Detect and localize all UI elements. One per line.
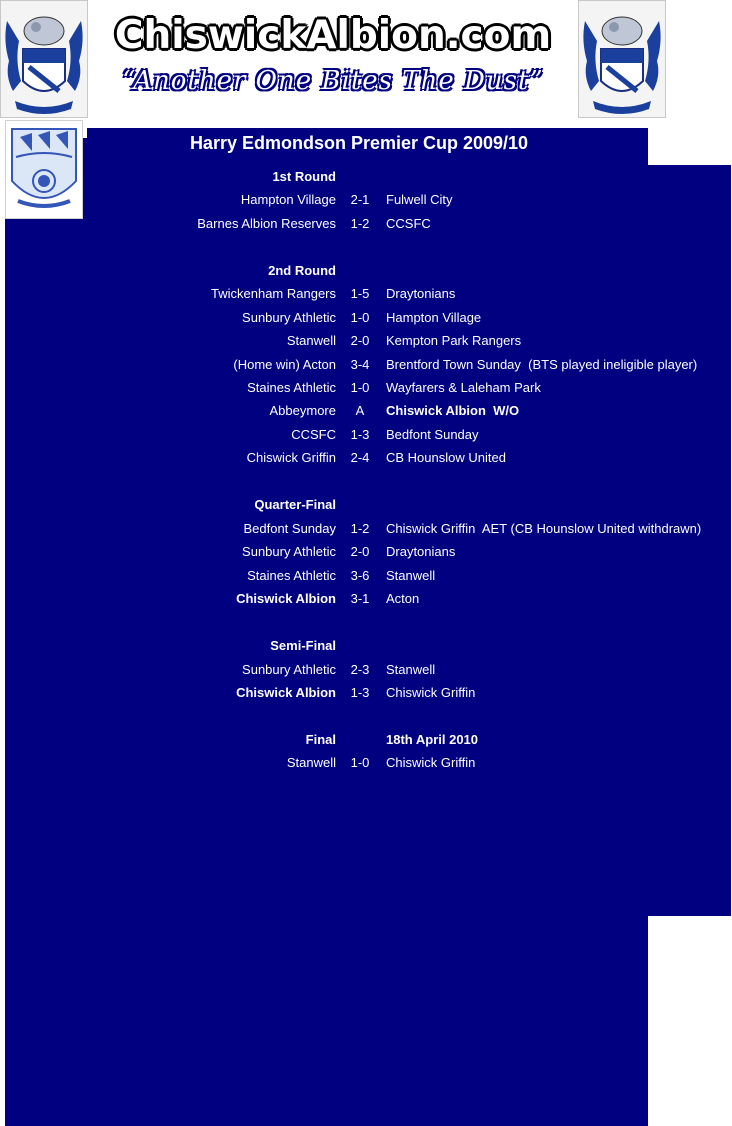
home-team: Chiswick Griffin bbox=[246, 450, 336, 465]
match-score: 2-0 bbox=[350, 333, 370, 348]
away-team: Chiswick Albion W/O bbox=[386, 403, 520, 418]
match-score: 2-0 bbox=[350, 544, 370, 559]
home-team: Barnes Albion Reserves bbox=[197, 216, 336, 231]
club-crest-right-icon bbox=[578, 0, 666, 118]
home-team: Sunbury Athletic bbox=[242, 662, 336, 677]
match-score: 3-4 bbox=[350, 357, 370, 372]
match-row: Bedfont Sunday 1-2 Chiswick Griffin AET … bbox=[0, 518, 732, 540]
round-header: 1st Round bbox=[0, 166, 732, 188]
away-team: Chiswick Griffin bbox=[386, 755, 476, 770]
away-team: Wayfarers & Laleham Park bbox=[386, 380, 541, 395]
club-crest-left-icon bbox=[0, 0, 88, 118]
away-team: CCSFC bbox=[386, 216, 431, 231]
round-header: Final 18th April 2010 bbox=[0, 729, 732, 751]
match-score: 2-4 bbox=[350, 450, 370, 465]
round-name: Semi-Final bbox=[270, 638, 336, 653]
home-team: Sunbury Athletic bbox=[242, 544, 336, 559]
site-title: ChiswickAlbion.com bbox=[114, 13, 552, 58]
match-row: Staines Athletic 1-0 Wayfarers & Laleham… bbox=[0, 377, 732, 399]
competition-title: Harry Edmondson Premier Cup 2009/10 bbox=[189, 133, 529, 153]
match-score: 1-3 bbox=[350, 685, 370, 700]
home-team: Chiswick Albion bbox=[236, 591, 336, 606]
away-team: Draytonians bbox=[386, 286, 456, 301]
match-row: Stanwell 1-0 Chiswick Griffin bbox=[0, 752, 732, 774]
home-team: Stanwell bbox=[286, 333, 336, 348]
away-team: Chiswick Griffin bbox=[386, 685, 476, 700]
match-score: 1-2 bbox=[350, 521, 370, 536]
match-row: Chiswick Albion 3-1 Acton bbox=[0, 588, 732, 610]
round-header: 2nd Round bbox=[0, 260, 732, 282]
away-team: CB Hounslow United bbox=[386, 450, 506, 465]
home-team: (Home win) Acton bbox=[233, 357, 336, 372]
match-score: 1-2 bbox=[350, 216, 370, 231]
away-team: Fulwell City bbox=[386, 192, 453, 207]
match-score: 3-1 bbox=[350, 591, 370, 606]
home-team: Hampton Village bbox=[240, 192, 336, 207]
match-row: Sunbury Athletic 2-3 Stanwell bbox=[0, 659, 732, 681]
match-row: Staines Athletic 3-6 Stanwell bbox=[0, 565, 732, 587]
home-team: Staines Athletic bbox=[247, 380, 336, 395]
away-team: Stanwell bbox=[386, 662, 436, 677]
match-row: Abbeymore A Chiswick Albion W/O bbox=[0, 400, 732, 422]
away-team: Acton bbox=[386, 591, 420, 606]
match-score: 2-1 bbox=[350, 192, 370, 207]
match-row: Chiswick Albion 1-3 Chiswick Griffin bbox=[0, 682, 732, 704]
match-score: 3-6 bbox=[350, 568, 370, 583]
final-date: 18th April 2010 bbox=[386, 732, 479, 747]
away-team: Chiswick Griffin AET (CB Hounslow United… bbox=[386, 521, 702, 536]
away-team: Draytonians bbox=[386, 544, 456, 559]
match-row: CCSFC 1-3 Bedfont Sunday bbox=[0, 424, 732, 446]
round-name: Quarter-Final bbox=[254, 497, 336, 512]
match-row: (Home win) Acton 3-4 Brentford Town Sund… bbox=[0, 354, 732, 376]
home-team: Bedfont Sunday bbox=[243, 521, 336, 536]
home-team: Abbeymore bbox=[269, 403, 336, 418]
match-row: Hampton Village 2-1 Fulwell City bbox=[0, 189, 732, 211]
match-score: 1-0 bbox=[350, 310, 370, 325]
away-team: Stanwell bbox=[386, 568, 436, 583]
home-team: CCSFC bbox=[291, 427, 336, 442]
match-row: Sunbury Athletic 2-0 Draytonians bbox=[0, 541, 732, 563]
away-team: Kempton Park Rangers bbox=[386, 333, 522, 348]
match-score: 1-3 bbox=[350, 427, 370, 442]
round-name: 1st Round bbox=[272, 169, 336, 184]
home-team: Stanwell bbox=[286, 755, 336, 770]
match-score: 1-5 bbox=[350, 286, 370, 301]
match-score: 1-0 bbox=[350, 380, 370, 395]
match-row: Chiswick Griffin 2-4 CB Hounslow United bbox=[0, 447, 732, 469]
round-header: Quarter-Final bbox=[0, 494, 732, 516]
round-name: 2nd Round bbox=[268, 263, 336, 278]
match-score: 2-3 bbox=[350, 662, 370, 677]
match-row: Sunbury Athletic 1-0 Hampton Village bbox=[0, 307, 732, 329]
away-team: Brentford Town Sunday (BTS played inelig… bbox=[386, 357, 698, 372]
home-team: Chiswick Albion bbox=[236, 685, 336, 700]
match-score: 1-0 bbox=[350, 755, 370, 770]
site-tagline: “Another One Bites The Dust” bbox=[122, 66, 544, 96]
away-team: Hampton Village bbox=[386, 310, 482, 325]
round-header: Semi-Final bbox=[0, 635, 732, 657]
round-name: Final bbox=[305, 732, 336, 747]
match-row: Twickenham Rangers 1-5 Draytonians bbox=[0, 283, 732, 305]
home-team: Twickenham Rangers bbox=[211, 286, 336, 301]
home-team: Staines Athletic bbox=[247, 568, 336, 583]
match-row: Stanwell 2-0 Kempton Park Rangers bbox=[0, 330, 732, 352]
match-row: Barnes Albion Reserves 1-2 CCSFC bbox=[0, 213, 732, 235]
home-team: Sunbury Athletic bbox=[242, 310, 336, 325]
away-team: Bedfont Sunday bbox=[386, 427, 479, 442]
match-score: A bbox=[355, 403, 365, 418]
